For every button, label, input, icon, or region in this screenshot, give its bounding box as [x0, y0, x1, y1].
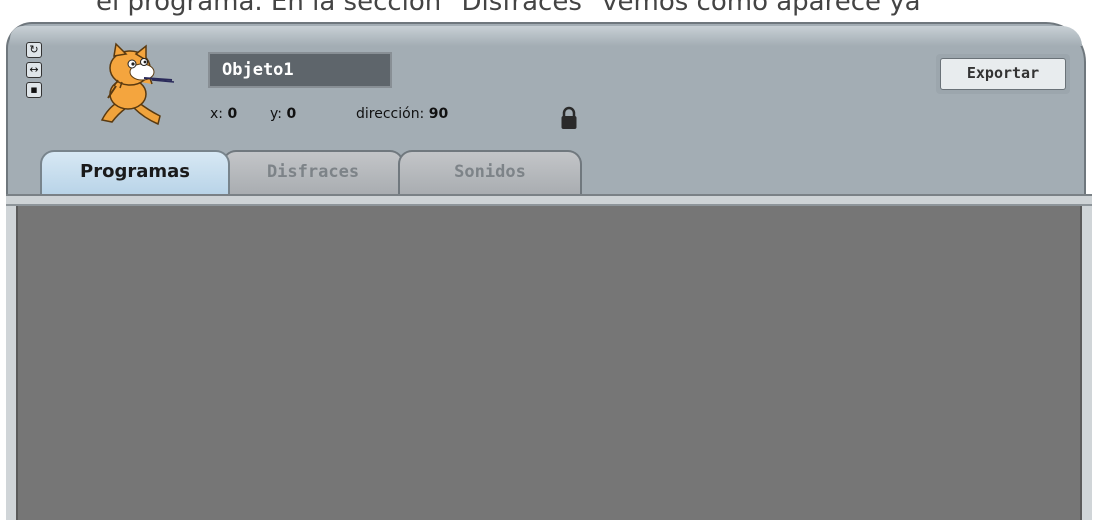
rotate-glyph: ↻ — [29, 43, 39, 56]
no-rotate-icon[interactable]: ▪ — [26, 82, 42, 98]
flip-left-right-icon[interactable]: ↔ — [26, 62, 42, 78]
export-label: Exportar — [940, 58, 1066, 90]
export-button[interactable]: Exportar — [936, 54, 1070, 94]
right-frame — [1082, 206, 1092, 520]
direction-label: dirección: — [356, 106, 425, 122]
scripts-area[interactable] — [16, 206, 1082, 520]
tab-programas[interactable]: Programas — [40, 150, 230, 194]
x-coordinate: x: 0 — [210, 106, 237, 122]
sprite-name-field[interactable]: Objeto1 — [208, 52, 392, 88]
flip-glyph: ↔ — [29, 63, 39, 76]
y-value: 0 — [286, 106, 297, 122]
rotate-icon[interactable]: ↻ — [26, 42, 42, 58]
tab-disfraces[interactable]: Disfraces — [222, 150, 404, 194]
no-rotate-glyph: ▪ — [30, 83, 38, 96]
tab-divider — [6, 194, 1092, 206]
left-frame — [6, 206, 16, 520]
x-label: x: — [210, 106, 224, 122]
y-label: y: — [270, 106, 282, 122]
direction-readout: dirección: 90 — [356, 106, 448, 122]
sprite-thumbnail-icon — [100, 42, 175, 126]
direction-value: 90 — [428, 106, 449, 122]
lock-icon[interactable] — [560, 106, 578, 130]
tab-sonidos[interactable]: Sonidos — [398, 150, 582, 194]
caption-strip: el programa. En la sección "Disfraces" v… — [0, 0, 1096, 18]
y-coordinate: y: 0 — [270, 106, 296, 122]
caption-text: el programa. En la sección "Disfraces" v… — [96, 0, 921, 17]
x-value: 0 — [227, 106, 238, 122]
